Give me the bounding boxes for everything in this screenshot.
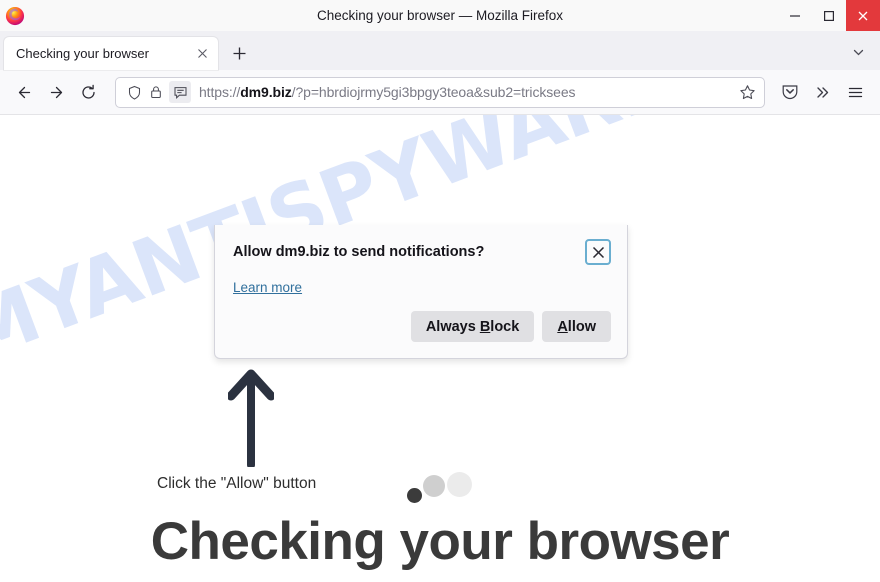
page-content: MYANTISPYWARE.COM Click the "Allow" butt… <box>0 115 880 582</box>
list-all-tabs-button[interactable] <box>844 38 872 66</box>
notification-permission-dialog: Allow dm9.biz to send notifications? Lea… <box>214 225 628 359</box>
titlebar: Checking your browser — Mozilla Firefox <box>0 0 880 31</box>
minimize-button[interactable] <box>778 0 812 31</box>
loading-dot-3 <box>447 472 472 497</box>
loading-dot-2 <box>423 475 445 497</box>
shield-icon[interactable] <box>123 81 145 103</box>
learn-more-link[interactable]: Learn more <box>233 280 302 295</box>
window-title: Checking your browser — Mozilla Firefox <box>316 8 564 23</box>
double-chevron-right-icon[interactable] <box>806 76 839 108</box>
close-window-button[interactable] <box>846 0 880 31</box>
hamburger-menu-icon[interactable] <box>839 76 872 108</box>
pocket-icon[interactable] <box>773 76 806 108</box>
reload-button[interactable] <box>72 76 104 108</box>
tab-close-icon[interactable] <box>192 44 212 64</box>
allow-hint-text: Click the "Allow" button <box>157 475 317 492</box>
speech-bubble-icon[interactable] <box>169 81 191 103</box>
forward-button[interactable] <box>40 76 72 108</box>
url-scheme: https:// <box>199 84 241 100</box>
arrow-up-icon <box>226 369 276 469</box>
dialog-header: Allow dm9.biz to send notifications? <box>233 239 611 265</box>
loading-dot-1 <box>407 488 422 503</box>
browser-tab[interactable]: Checking your browser <box>4 37 218 70</box>
star-icon[interactable] <box>734 79 760 105</box>
window-controls <box>778 0 880 31</box>
always-block-button[interactable]: Always Block <box>410 311 535 342</box>
url-host: dm9.biz <box>240 84 292 100</box>
dialog-title: Allow dm9.biz to send notifications? <box>233 244 485 260</box>
back-button[interactable] <box>8 76 40 108</box>
url-text[interactable]: https://dm9.biz/?p=hbrdiojrmy5gi3bpgy3te… <box>199 84 734 100</box>
tab-title: Checking your browser <box>16 46 149 61</box>
toolbar-end-buttons <box>773 76 872 108</box>
navigation-toolbar: https://dm9.biz/?p=hbrdiojrmy5gi3bpgy3te… <box>0 70 880 115</box>
dialog-close-button[interactable] <box>585 239 611 265</box>
maximize-button[interactable] <box>812 0 846 31</box>
address-bar[interactable]: https://dm9.biz/?p=hbrdiojrmy5gi3bpgy3te… <box>115 76 765 108</box>
dialog-actions: Always Block Allow <box>233 311 611 342</box>
new-tab-button[interactable] <box>224 38 254 68</box>
page-title: Checking your browser <box>150 512 730 571</box>
firefox-logo-icon <box>5 6 25 26</box>
url-path: /?p=hbrdiojrmy5gi3bpgy3teoa&sub2=trickse… <box>291 84 576 100</box>
allow-button[interactable]: Allow <box>542 311 611 342</box>
lock-icon[interactable] <box>145 81 167 103</box>
firefox-window: Checking your browser — Mozilla Firefox … <box>0 0 880 582</box>
loading-dots <box>407 472 473 504</box>
tab-bar: Checking your browser <box>0 31 880 70</box>
